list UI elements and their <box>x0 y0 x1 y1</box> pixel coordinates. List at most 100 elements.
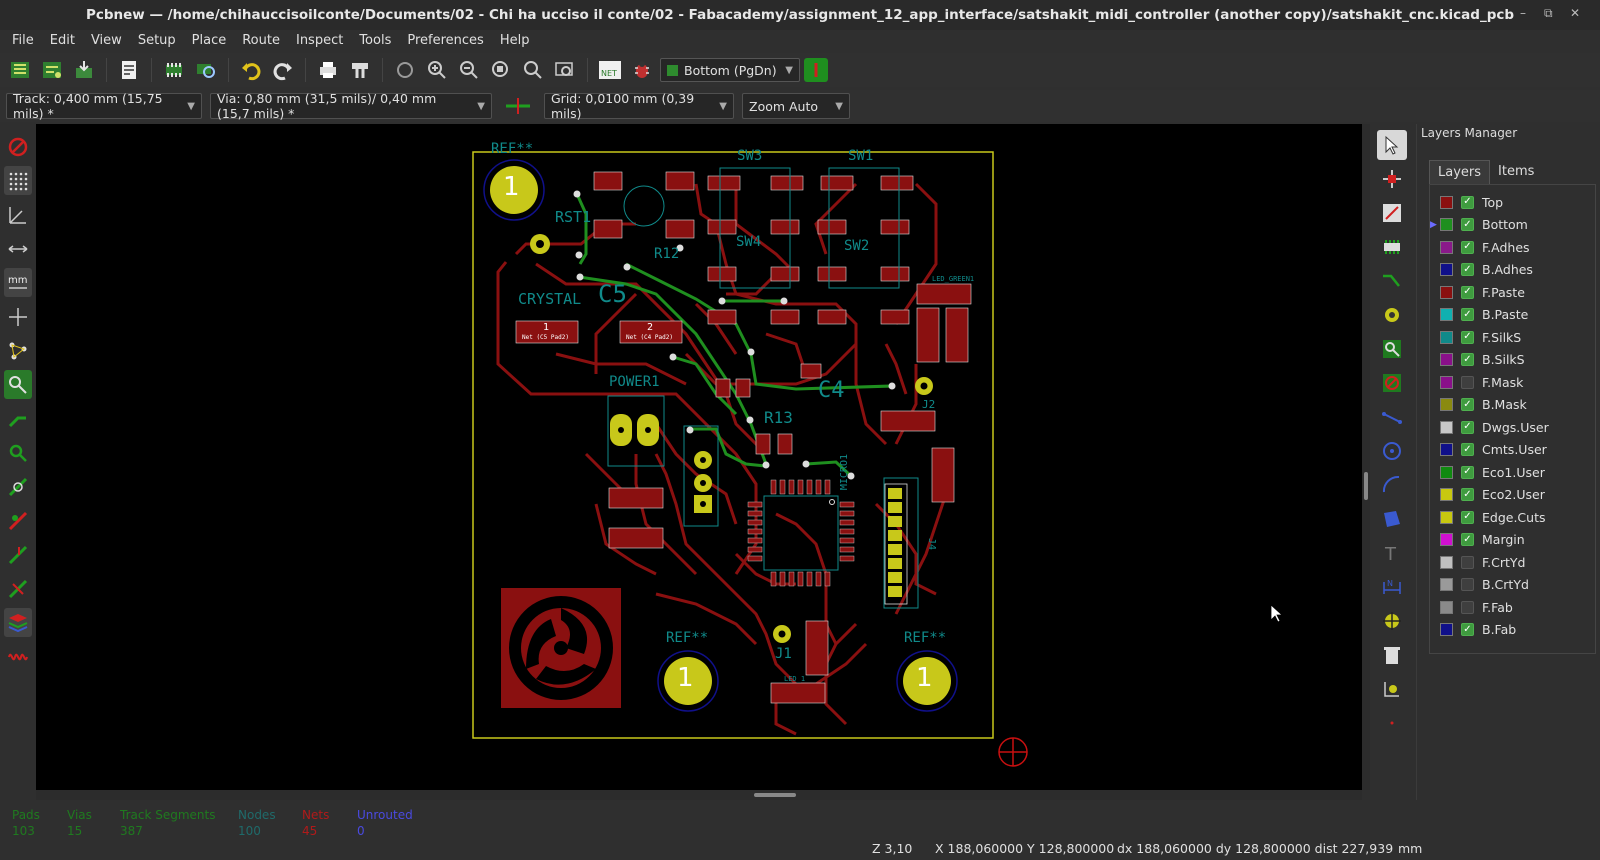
grid-origin-button[interactable] <box>1377 674 1407 704</box>
layer-color-swatch[interactable] <box>1440 465 1453 479</box>
restore-icon[interactable]: ⧉ <box>1544 6 1553 21</box>
open-board-button[interactable] <box>38 56 66 84</box>
zoom-fit-button[interactable] <box>487 56 515 84</box>
layer-row[interactable]: ✓ F.Adhes <box>1430 236 1595 259</box>
menu-route[interactable]: Route <box>234 30 288 52</box>
layer-color-swatch[interactable] <box>1440 600 1453 614</box>
inch-units-button[interactable] <box>4 234 32 263</box>
layer-row[interactable]: F.Fab <box>1430 596 1595 619</box>
via-size-select[interactable]: Via: 0,80 mm (31,5 mils)/ 0,40 mm (15,7 … <box>210 91 492 121</box>
layer-row[interactable]: ✓ B.SilkS <box>1430 349 1595 372</box>
layer-visibility-checkbox[interactable]: ✓ <box>1461 398 1474 412</box>
menu-help[interactable]: Help <box>492 30 538 52</box>
layer-visibility-checkbox[interactable]: ✓ <box>1461 195 1474 209</box>
via-display-button[interactable] <box>4 438 32 467</box>
netlist-button[interactable]: NET <box>596 56 624 84</box>
layer-visibility-checkbox[interactable]: ✓ <box>1461 218 1474 232</box>
layer-visibility-checkbox[interactable]: ✓ <box>1461 285 1474 299</box>
layer-color-swatch[interactable] <box>1440 510 1453 524</box>
zoom-in-button[interactable] <box>423 56 451 84</box>
cursor-shape-button[interactable] <box>4 302 32 331</box>
redo-button[interactable] <box>269 56 297 84</box>
add-keepout-button[interactable] <box>1377 368 1407 398</box>
local-ratsnest-button[interactable] <box>4 370 32 399</box>
add-polygon-button[interactable] <box>1377 504 1407 534</box>
layer-visibility-checkbox[interactable]: ✓ <box>1461 510 1474 524</box>
layer-color-swatch[interactable] <box>1440 308 1453 322</box>
tab-layers[interactable]: Layers <box>1429 160 1491 184</box>
layer-row[interactable]: ✓ F.Paste <box>1430 281 1595 304</box>
scrollbar-thumb[interactable] <box>1364 472 1368 500</box>
high-contrast-button[interactable] <box>4 506 32 535</box>
layer-visibility-checkbox[interactable]: ✓ <box>1461 443 1474 457</box>
add-zone-button[interactable] <box>1377 334 1407 364</box>
track-display-button[interactable] <box>4 404 32 433</box>
layer-visibility-checkbox[interactable]: ✓ <box>1461 623 1474 637</box>
close-icon[interactable]: ✕ <box>1570 6 1580 20</box>
layer-color-swatch[interactable] <box>1440 353 1453 367</box>
layer-pair-button[interactable] <box>804 58 828 82</box>
polar-coords-button[interactable] <box>4 200 32 229</box>
track-sketch-button[interactable] <box>4 540 32 569</box>
page-settings-button[interactable] <box>115 56 143 84</box>
layer-row[interactable]: ✓ Cmts.User <box>1430 439 1595 462</box>
layer-visibility-checkbox[interactable] <box>1461 555 1474 569</box>
layer-color-swatch[interactable] <box>1440 488 1453 502</box>
minimize-icon[interactable]: – <box>1520 6 1526 20</box>
place-target-button[interactable] <box>1377 606 1407 636</box>
layer-color-swatch[interactable] <box>1440 240 1453 254</box>
layer-row[interactable]: ✓ Margin <box>1430 529 1595 552</box>
pcb-canvas[interactable]: REF** SW3 SW1 RST1 CRYSTAL C5 SW4 SW2 PO… <box>36 124 1362 790</box>
save-board-button[interactable] <box>70 56 98 84</box>
layer-color-swatch[interactable] <box>1440 285 1453 299</box>
layers-manager-button[interactable] <box>4 608 32 637</box>
layer-row[interactable]: F.CrtYd <box>1430 551 1595 574</box>
menu-view[interactable]: View <box>83 30 130 52</box>
layer-visibility-checkbox[interactable]: ✓ <box>1461 533 1474 547</box>
pad-sketch-button[interactable] <box>4 472 32 501</box>
grid-toggle-button[interactable] <box>4 166 32 195</box>
zoom-out-button[interactable] <box>455 56 483 84</box>
menu-inspect[interactable]: Inspect <box>288 30 351 52</box>
layer-row[interactable]: ✓ B.Fab <box>1430 619 1595 642</box>
menu-file[interactable]: File <box>4 30 42 52</box>
add-arc-button[interactable] <box>1377 470 1407 500</box>
layer-row[interactable]: ✓ Dwgs.User <box>1430 416 1595 439</box>
layer-row[interactable]: ✓ Edge.Cuts <box>1430 506 1595 529</box>
layer-row[interactable]: ✓ B.Mask <box>1430 394 1595 417</box>
menu-tools[interactable]: Tools <box>351 30 399 52</box>
layer-color-swatch[interactable] <box>1440 263 1453 277</box>
menu-preferences[interactable]: Preferences <box>399 30 491 52</box>
layer-color-swatch[interactable] <box>1440 420 1453 434</box>
add-dimension-button[interactable]: N <box>1377 572 1407 602</box>
layer-visibility-checkbox[interactable]: ✓ <box>1461 488 1474 502</box>
zoom-select[interactable]: Zoom Auto ▼ <box>742 93 850 119</box>
layer-row[interactable]: ✓ B.Paste <box>1430 304 1595 327</box>
microwave-toolbar-button[interactable] <box>4 642 32 671</box>
layer-color-swatch[interactable] <box>1440 375 1453 389</box>
layer-row[interactable]: ✓ Top <box>1430 191 1595 214</box>
zone-display-button[interactable] <box>4 574 32 603</box>
add-via-button[interactable] <box>1377 300 1407 330</box>
add-text-button[interactable]: T <box>1377 538 1407 568</box>
layer-row[interactable]: ✓ Eco1.User <box>1430 461 1595 484</box>
select-tool-button[interactable] <box>1377 130 1407 160</box>
delete-item-button[interactable] <box>1377 640 1407 670</box>
auto-track-width-button[interactable] <box>500 92 536 120</box>
new-board-button[interactable] <box>6 56 34 84</box>
grid-select[interactable]: Grid: 0,0100 mm (0,39 mils) ▼ <box>544 91 734 121</box>
layer-row[interactable]: ✓ Eco2.User <box>1430 484 1595 507</box>
add-line-button[interactable] <box>1377 402 1407 432</box>
zoom-selection-button[interactable] <box>551 56 579 84</box>
layer-visibility-checkbox[interactable]: ✓ <box>1461 308 1474 322</box>
layer-color-swatch[interactable] <box>1440 218 1453 232</box>
layer-row[interactable]: ▶ ✓ Bottom <box>1430 214 1595 237</box>
menu-place[interactable]: Place <box>184 30 235 52</box>
layer-visibility-checkbox[interactable]: ✓ <box>1461 353 1474 367</box>
layer-row[interactable]: ✓ B.Adhes <box>1430 259 1595 282</box>
drc-button[interactable] <box>628 56 656 84</box>
layer-visibility-checkbox[interactable] <box>1461 578 1474 592</box>
layer-color-swatch[interactable] <box>1440 623 1453 637</box>
layer-visibility-checkbox[interactable]: ✓ <box>1461 420 1474 434</box>
menu-setup[interactable]: Setup <box>130 30 184 52</box>
